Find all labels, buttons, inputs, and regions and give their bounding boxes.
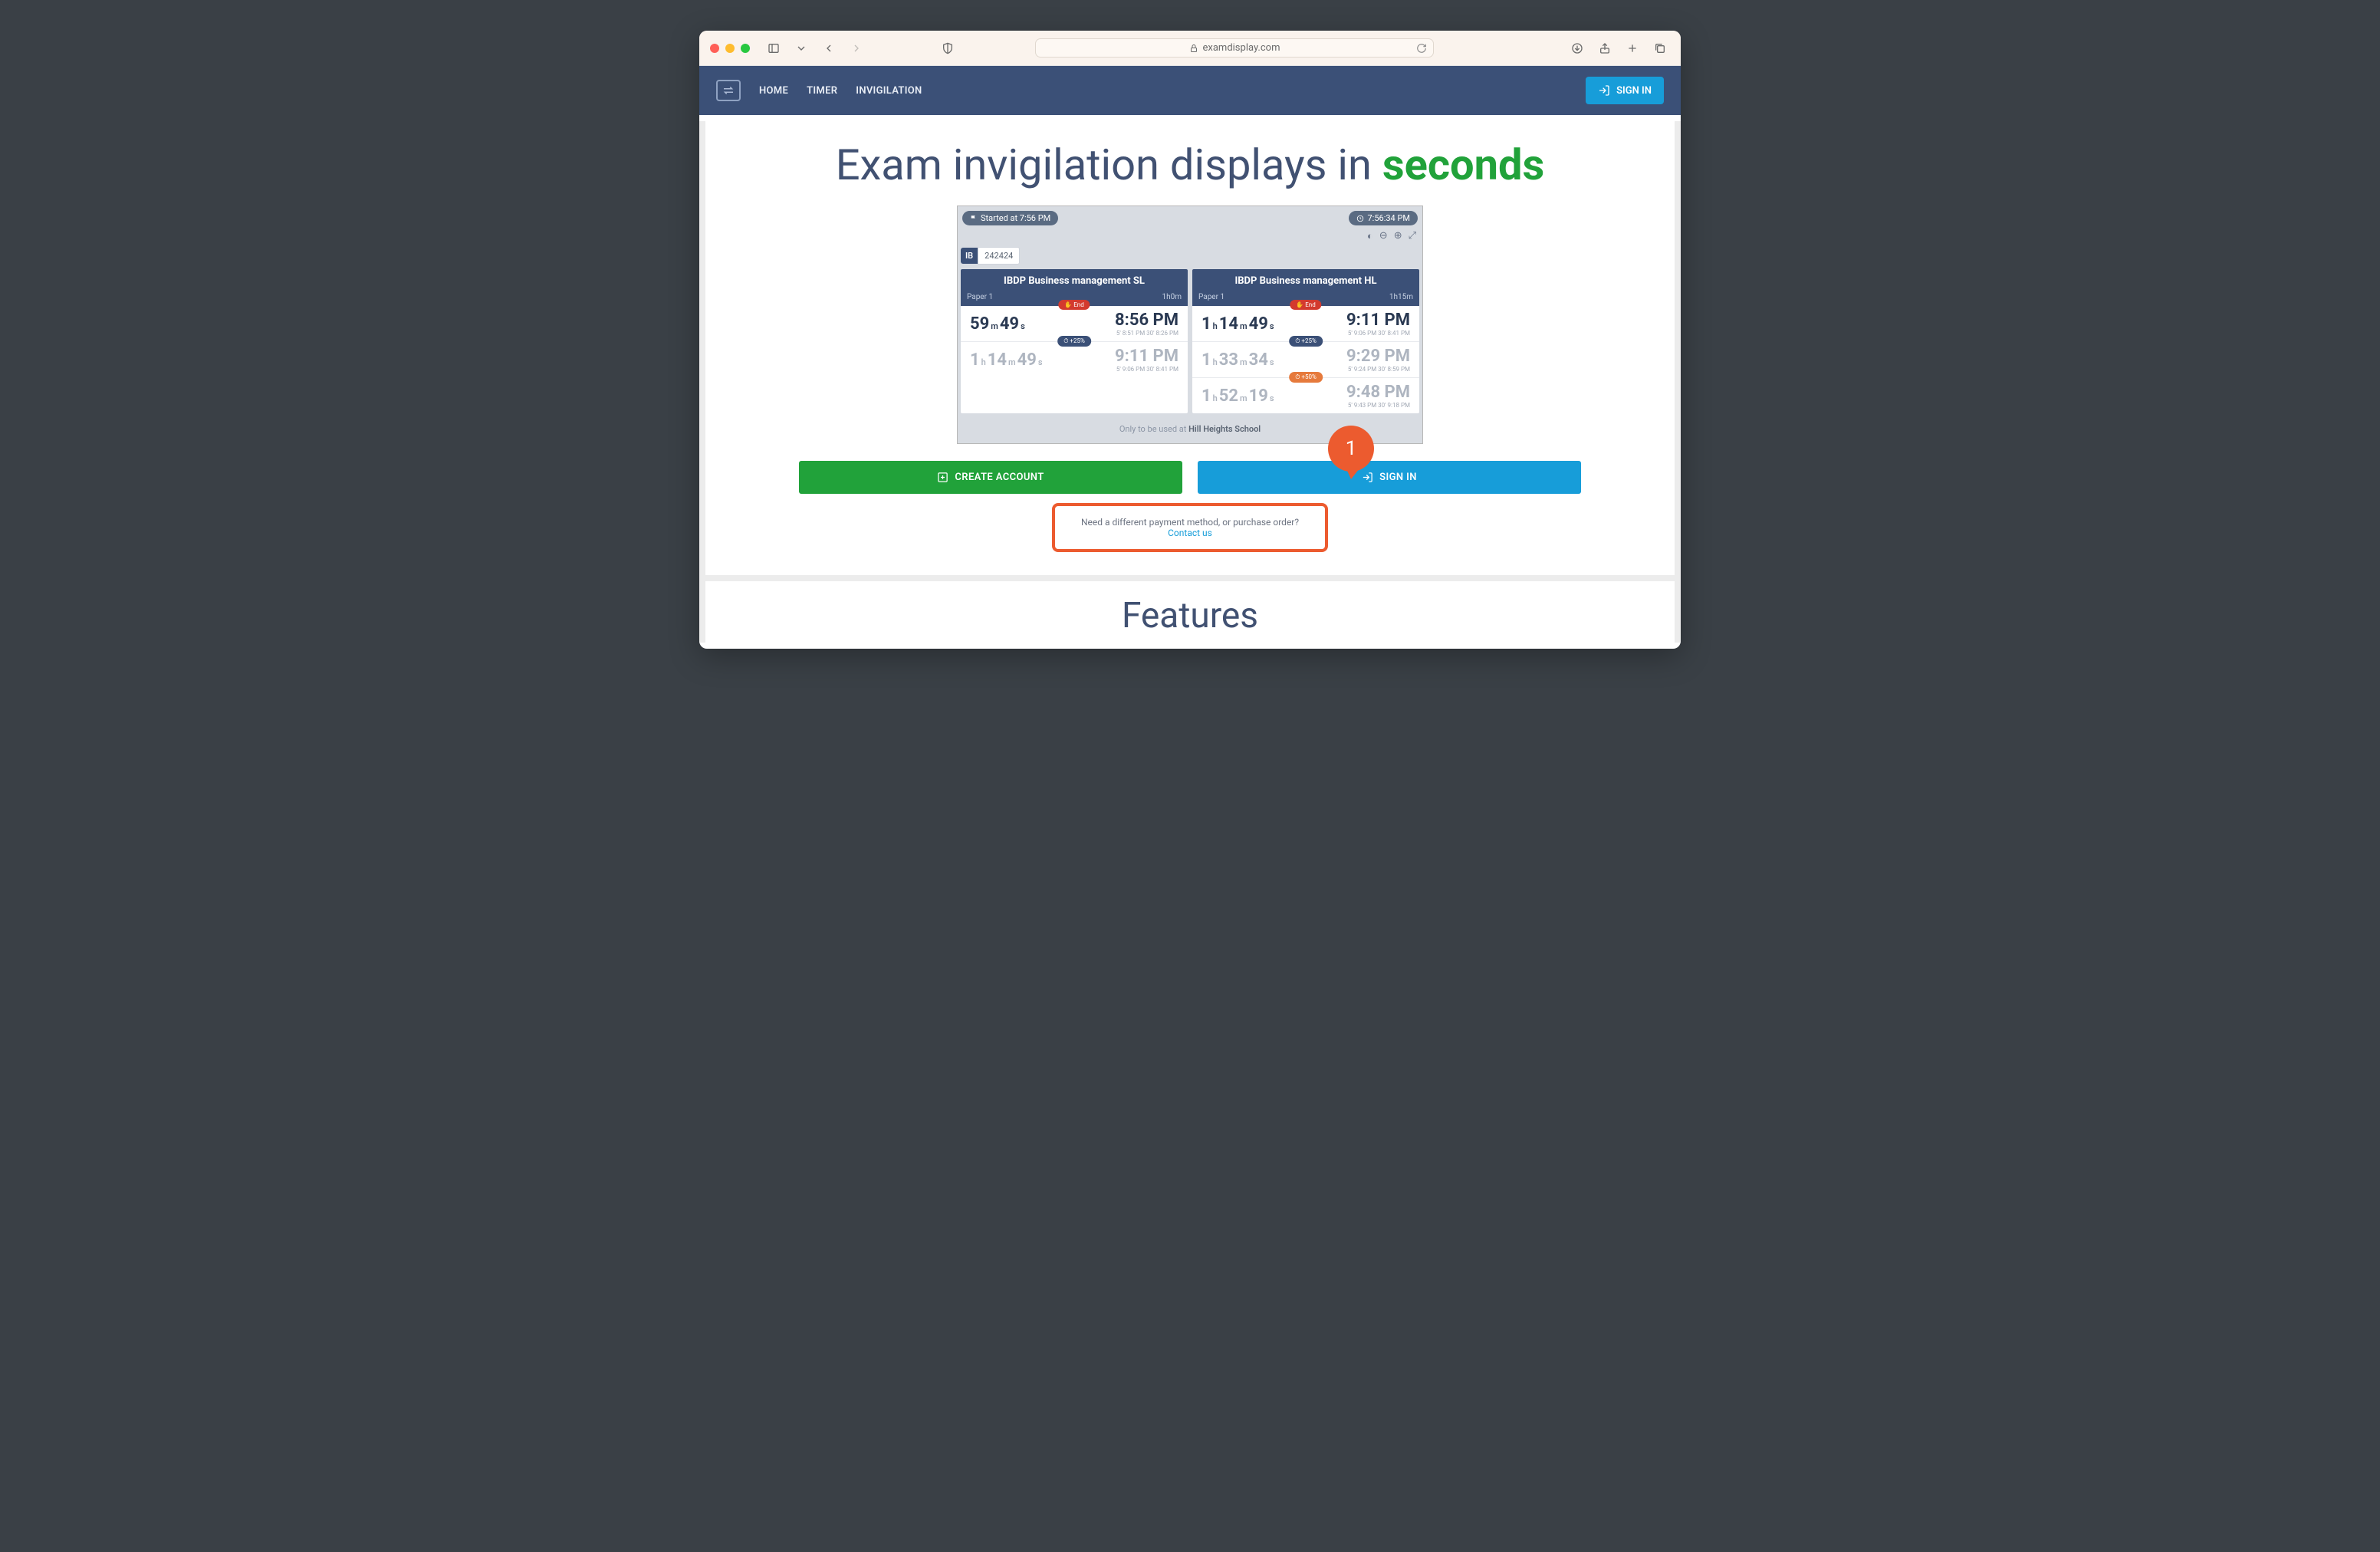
lock-icon: [1189, 44, 1198, 53]
end-time-detail: 5' 9:06 PM 30' 8:41 PM: [1346, 330, 1410, 337]
signin-button-main[interactable]: SIGN IN: [1198, 461, 1581, 494]
url-text: examdisplay.com: [1203, 42, 1280, 54]
hero-section: Exam invigilation displays in seconds St…: [705, 121, 1675, 575]
card-title: IBDP Business management SL: [961, 269, 1188, 293]
contact-callout: Need a different payment method, or purc…: [1052, 503, 1328, 552]
cta-row: CREATE ACCOUNT SIGN IN 1: [799, 461, 1581, 494]
signin-label: SIGN IN: [1616, 85, 1652, 97]
shield-icon[interactable]: [938, 40, 958, 57]
contrast-icon[interactable]: ◐: [1367, 230, 1373, 242]
time-end: 9:11 PM 5' 9:06 PM 30' 8:41 PM: [1346, 311, 1410, 337]
new-tab-icon[interactable]: [1622, 40, 1642, 57]
time-end: 8:56 PM 5' 8:51 PM 30' 8:26 PM: [1115, 311, 1178, 337]
end-time-detail: 5' 9:06 PM 30' 8:41 PM: [1115, 366, 1178, 373]
time-remaining: 1h 14m 49s: [970, 350, 1042, 370]
nav-home[interactable]: HOME: [759, 85, 788, 97]
chevron-down-icon[interactable]: [791, 40, 811, 57]
end-time: 9:11 PM: [1115, 347, 1178, 366]
url-bar[interactable]: examdisplay.com: [1035, 38, 1434, 58]
ib-code: 242424: [978, 247, 1020, 265]
fullscreen-icon[interactable]: ⤢: [1409, 230, 1416, 242]
row-badge-end: ✋ End: [1290, 300, 1321, 310]
zoom-in-icon[interactable]: ⊕: [1394, 230, 1402, 242]
refresh-icon[interactable]: [1416, 43, 1427, 54]
tabs-overview-icon[interactable]: [1650, 40, 1670, 57]
duration-label: 1h0m: [1162, 293, 1182, 301]
time-end: 9:48 PM 5' 9:43 PM 30' 9:18 PM: [1346, 383, 1410, 409]
end-time: 9:11 PM: [1346, 311, 1410, 330]
time-remaining: 1h 14m 49s: [1202, 314, 1274, 334]
duration-label: 1h15m: [1389, 293, 1413, 301]
flag-icon: [970, 215, 978, 222]
page-content: Exam invigilation displays in seconds St…: [699, 121, 1681, 643]
row-badge-plus50: ⏱ +50%: [1289, 372, 1323, 383]
nav-invigilation[interactable]: INVIGILATION: [856, 85, 922, 97]
forward-button[interactable]: [846, 40, 866, 57]
signin-icon: [1362, 472, 1373, 483]
features-heading: Features: [705, 595, 1675, 636]
app-navbar: HOME TIMER INVIGILATION SIGN IN: [699, 66, 1681, 115]
nav-timer[interactable]: TIMER: [807, 85, 837, 97]
demo-footer-school: Hill Heights School: [1188, 424, 1261, 434]
close-window-button[interactable]: [710, 44, 719, 53]
ib-row: IB 242424: [961, 247, 1419, 265]
clock-text: 7:56:34 PM: [1367, 213, 1410, 223]
time-end: 9:11 PM 5' 9:06 PM 30' 8:41 PM: [1115, 347, 1178, 373]
back-button[interactable]: [819, 40, 839, 57]
share-icon[interactable]: [1595, 40, 1615, 57]
downloads-icon[interactable]: [1567, 40, 1587, 57]
maximize-window-button[interactable]: [741, 44, 750, 53]
row-badge-plus25: ⏱ +25%: [1057, 336, 1091, 347]
signin-icon: [1598, 84, 1610, 97]
hero-title-prefix: Exam invigilation displays in: [836, 140, 1382, 190]
sidebar-toggle-button[interactable]: [764, 40, 784, 57]
exam-cards-row: IBDP Business management SL Paper 1 1h0m…: [961, 269, 1419, 413]
clock-icon: [1356, 215, 1364, 222]
minimize-window-button[interactable]: [725, 44, 735, 53]
browser-window: examdisplay.com HOME TIMER INVIGILATION: [699, 31, 1681, 649]
demo-controls: ◐ ⊖ ⊕ ⤢: [961, 229, 1419, 247]
paper-label: Paper 1: [967, 293, 993, 301]
exam-card: IBDP Business management SL Paper 1 1h0m…: [961, 269, 1188, 413]
time-row: ⏱ +25% 1h 14m 49s 9:11 PM 5' 9:06 PM 30'…: [961, 341, 1188, 377]
plus-box-icon: [937, 472, 948, 483]
ib-badge: IB: [961, 248, 978, 264]
traffic-lights: [710, 44, 750, 53]
contact-us-link[interactable]: Contact us: [1168, 528, 1212, 538]
clock-pill: 7:56:34 PM: [1349, 211, 1418, 225]
time-remaining: 1h 33m 34s: [1202, 350, 1274, 370]
annotation-number: 1: [1346, 437, 1357, 460]
end-time: 9:29 PM: [1346, 347, 1410, 366]
create-account-label: CREATE ACCOUNT: [955, 472, 1044, 483]
started-pill: Started at 7:56 PM: [962, 211, 1058, 225]
hero-title-accent: seconds: [1382, 140, 1544, 190]
row-badge-end: ✋ End: [1058, 300, 1090, 310]
time-remaining: 1h 52m 19s: [1202, 386, 1274, 406]
logo-icon[interactable]: [716, 80, 741, 101]
exam-card: IBDP Business management HL Paper 1 1h15…: [1192, 269, 1419, 413]
end-time: 8:56 PM: [1115, 311, 1178, 330]
end-time: 9:48 PM: [1346, 383, 1410, 402]
demo-preview: Started at 7:56 PM 7:56:34 PM ◐ ⊖ ⊕ ⤢ IB…: [957, 206, 1423, 444]
row-badge-plus25: ⏱ +25%: [1289, 336, 1323, 347]
features-section: Features: [705, 581, 1675, 643]
end-time-detail: 5' 8:51 PM 30' 8:26 PM: [1115, 330, 1178, 337]
time-row: ⏱ +50% 1h 52m 19s 9:48 PM 5' 9:43 PM 30'…: [1192, 377, 1419, 413]
contact-text: Need a different payment method, or purc…: [1081, 517, 1299, 528]
signin-button-top[interactable]: SIGN IN: [1586, 77, 1664, 104]
annotation-marker: 1: [1328, 426, 1374, 472]
demo-footer-prefix: Only to be used at: [1119, 424, 1188, 434]
time-end: 9:29 PM 5' 9:24 PM 30' 8:59 PM: [1346, 347, 1410, 373]
create-account-button[interactable]: CREATE ACCOUNT: [799, 461, 1182, 494]
started-text: Started at 7:56 PM: [981, 213, 1050, 223]
card-title: IBDP Business management HL: [1192, 269, 1419, 293]
hero-title: Exam invigilation displays in seconds: [719, 140, 1661, 190]
time-remaining: 59m 49s: [970, 314, 1025, 334]
end-time-detail: 5' 9:24 PM 30' 8:59 PM: [1346, 366, 1410, 373]
browser-toolbar: examdisplay.com: [699, 31, 1681, 66]
paper-label: Paper 1: [1198, 293, 1225, 301]
zoom-out-icon[interactable]: ⊖: [1379, 230, 1388, 242]
end-time-detail: 5' 9:43 PM 30' 9:18 PM: [1346, 402, 1410, 409]
signin-main-label: SIGN IN: [1379, 472, 1417, 483]
